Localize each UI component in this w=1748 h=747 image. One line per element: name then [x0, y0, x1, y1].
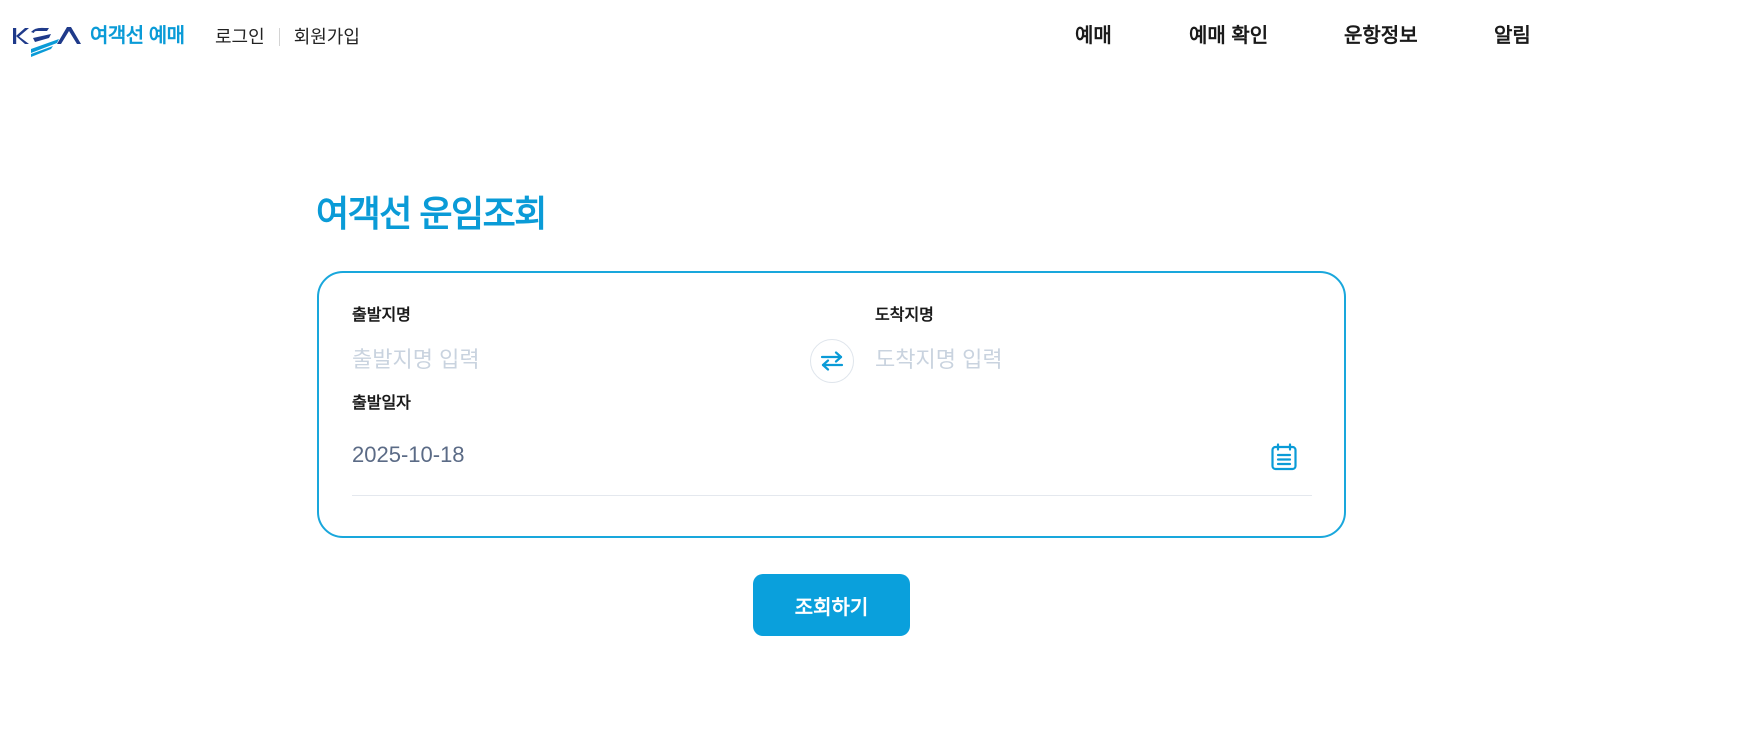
date-underline: [352, 495, 1312, 496]
nav-item-notifications[interactable]: 알림: [1494, 22, 1531, 50]
arrival-input[interactable]: [875, 345, 1305, 375]
swap-button[interactable]: [810, 339, 854, 383]
search-button[interactable]: 조회하기: [753, 574, 910, 636]
nav-item-operation-info[interactable]: 운항정보: [1344, 22, 1418, 50]
nav-item-booking-check[interactable]: 예매 확인: [1189, 22, 1268, 50]
page-title: 여객선 운임조회: [316, 193, 547, 234]
arrival-label: 도착지명: [875, 307, 934, 324]
departure-label: 출발지명: [352, 307, 411, 324]
departure-input[interactable]: [352, 345, 782, 375]
date-label: 출발일자: [352, 395, 411, 412]
swap-arrows-icon: [820, 351, 844, 371]
date-field[interactable]: 2025-10-18: [352, 440, 465, 470]
site-header: 여객선 예매 로그인 회원가입 예매 예매 확인 운항정보 알림: [0, 0, 1748, 74]
calendar-icon: [1271, 443, 1297, 471]
calendar-button[interactable]: [1270, 443, 1298, 471]
nav-item-booking[interactable]: 예매: [1075, 22, 1112, 50]
main-nav: 예매 예매 확인 운항정보 알림: [0, 22, 1748, 50]
fare-search-card: [317, 271, 1346, 538]
